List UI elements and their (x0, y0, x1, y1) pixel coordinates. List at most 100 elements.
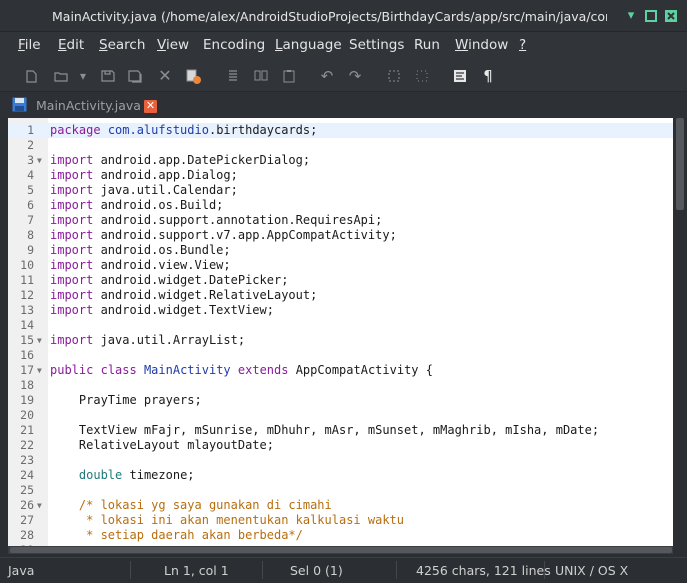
line-number: 12 (20, 288, 34, 302)
code-text: import android.support.v7.app.AppCompatA… (50, 228, 397, 242)
menu-edit[interactable]: Edit (58, 37, 84, 53)
tab-bar: MainActivity.java ✕ (0, 92, 687, 118)
code-line[interactable]: 3 ▼ import android.app.DatePickerDialog; (8, 153, 673, 168)
code-line[interactable]: 6 import android.os.Build; (8, 198, 673, 213)
line-number: 28 (20, 528, 34, 542)
line-number: 17 (20, 363, 34, 377)
line-number: 24 (20, 468, 34, 482)
status-separator (396, 561, 397, 579)
tab-close-icon[interactable]: ✕ (144, 100, 157, 113)
line-number: 11 (20, 273, 34, 287)
code-line[interactable]: 2 (8, 138, 673, 153)
code-line[interactable]: 24 double timezone; (8, 468, 673, 483)
vertical-scroll-thumb[interactable] (676, 118, 684, 210)
save-all-icon[interactable] (127, 67, 145, 85)
recent-dropdown-icon[interactable]: ▾ (78, 67, 88, 85)
code-line[interactable]: 18 (8, 378, 673, 393)
status-stats: 4256 chars, 121 lines (416, 563, 551, 578)
fold-toggle-icon[interactable]: ▼ (37, 363, 42, 378)
fold-toggle-icon[interactable]: ▼ (37, 153, 42, 168)
line-number: 21 (20, 423, 34, 437)
code-line[interactable]: 13 import android.widget.TextView; (8, 303, 673, 318)
toolbar: ▾ ✕ ↶ ↷ ¶ (0, 60, 687, 92)
pilcrow-icon[interactable]: ¶ (479, 67, 497, 85)
line-number: 9 (27, 243, 34, 257)
code-line[interactable]: 14 (8, 318, 673, 333)
code-line[interactable]: 10 import android.view.View; (8, 258, 673, 273)
menu-language[interactable]: Language (275, 37, 342, 53)
code-line[interactable]: 21 TextView mFajr, mSunrise, mDhuhr, mAs… (8, 423, 673, 438)
code-line[interactable]: 5 import java.util.Calendar; (8, 183, 673, 198)
code-text: import android.app.Dialog; (50, 168, 238, 182)
menu-run[interactable]: Run (414, 37, 440, 53)
code-line[interactable]: 16 (8, 348, 673, 363)
code-text: /* lokasi yg saya gunakan di cimahi (50, 498, 332, 512)
code-line[interactable]: 17 ▼ public class MainActivity extends App… (8, 363, 673, 378)
line-number: 1 (27, 123, 34, 137)
code-line[interactable]: 26 ▼ /* lokasi yg saya gunakan di cimahi (8, 498, 673, 513)
code-text: * lokasi ini akan menentukan kalkulasi w… (50, 513, 405, 527)
open-file-icon[interactable] (52, 67, 70, 85)
menu-settings[interactable]: Settings (349, 37, 404, 53)
status-language: Java (8, 563, 35, 578)
menu-search[interactable]: Search (99, 37, 145, 53)
line-number: 6 (27, 198, 34, 212)
code-line[interactable]: 11 import android.widget.DatePicker; (8, 273, 673, 288)
copy-icon[interactable] (252, 67, 270, 85)
line-number: 14 (20, 318, 34, 332)
title-bar: MainActivity.java (/home/alex/AndroidStu… (0, 0, 687, 32)
line-number: 23 (20, 453, 34, 467)
undo-icon[interactable]: ↶ (318, 67, 336, 85)
code-text: import android.support.annotation.Requir… (50, 213, 383, 227)
minimize-icon[interactable]: ▾ (624, 9, 638, 23)
menu-window[interactable]: Window (455, 37, 508, 53)
save-icon[interactable] (99, 67, 117, 85)
code-line[interactable]: 8 import android.support.v7.app.AppCompat… (8, 228, 673, 243)
print-icon[interactable] (184, 67, 202, 85)
cut-icon[interactable] (224, 67, 242, 85)
code-line[interactable]: 4 import android.app.Dialog; (8, 168, 673, 183)
code-line[interactable]: 23 (8, 453, 673, 468)
word-wrap-icon[interactable] (451, 67, 469, 85)
code-line[interactable]: 27 * lokasi ini akan menentukan kalkulas… (8, 513, 673, 528)
fold-toggle-icon[interactable]: ▼ (37, 333, 42, 348)
code-text: double timezone; (78, 468, 195, 482)
code-line[interactable]: 28 * setiap daerah akan berbeda*/ (8, 528, 673, 543)
code-text: import android.os.Bundle; (50, 243, 231, 257)
code-line[interactable]: 12 import android.widget.RelativeLayout; (8, 288, 673, 303)
code-line[interactable]: 22 RelativeLayout mlayoutDate; (8, 438, 673, 453)
menu-encoding[interactable]: Encoding (203, 37, 265, 53)
code-line[interactable]: 20 (8, 408, 673, 423)
code-line[interactable]: 1 package com.alufstudio.birthdaycards; (8, 123, 673, 138)
zoom-out-icon[interactable] (413, 67, 431, 85)
new-file-icon[interactable] (22, 67, 40, 85)
menu-view[interactable]: View (157, 37, 189, 53)
status-separator (262, 561, 263, 579)
close-icon[interactable]: ✕ (156, 67, 174, 85)
maximize-icon[interactable] (644, 9, 658, 23)
line-number: 4 (27, 168, 34, 182)
close-window-icon[interactable] (664, 9, 678, 23)
status-selection: Sel 0 (1) (290, 563, 343, 578)
tab-mainactivity[interactable]: MainActivity.java (36, 98, 141, 113)
fold-toggle-icon[interactable]: ▼ (37, 498, 42, 513)
line-number: 25 (20, 483, 34, 497)
code-text: public class MainActivity extends AppCom… (50, 363, 433, 377)
menu-help[interactable]: ? (519, 37, 526, 53)
code-line[interactable]: 9 import android.os.Bundle; (8, 243, 673, 258)
code-line[interactable]: 25 (8, 483, 673, 498)
horizontal-scroll-thumb[interactable] (10, 547, 672, 553)
code-line[interactable]: 7 import android.support.annotation.Requi… (8, 213, 673, 228)
code-text: import java.util.Calendar; (50, 183, 238, 197)
code-editor[interactable]: 1 package com.alufstudio.birthdaycards; 2 3… (8, 118, 673, 554)
redo-icon[interactable]: ↷ (346, 67, 364, 85)
code-text: import java.util.ArrayList; (50, 333, 246, 347)
code-line[interactable]: 19 PrayTime prayers; (8, 393, 673, 408)
paste-icon[interactable] (280, 67, 298, 85)
menu-file[interactable]: File (18, 37, 41, 53)
code-text: import android.widget.TextView; (50, 303, 274, 317)
zoom-in-icon[interactable] (385, 67, 403, 85)
line-number: 27 (20, 513, 34, 527)
status-separator (544, 561, 545, 579)
code-line[interactable]: 15 ▼ import java.util.ArrayList; (8, 333, 673, 348)
